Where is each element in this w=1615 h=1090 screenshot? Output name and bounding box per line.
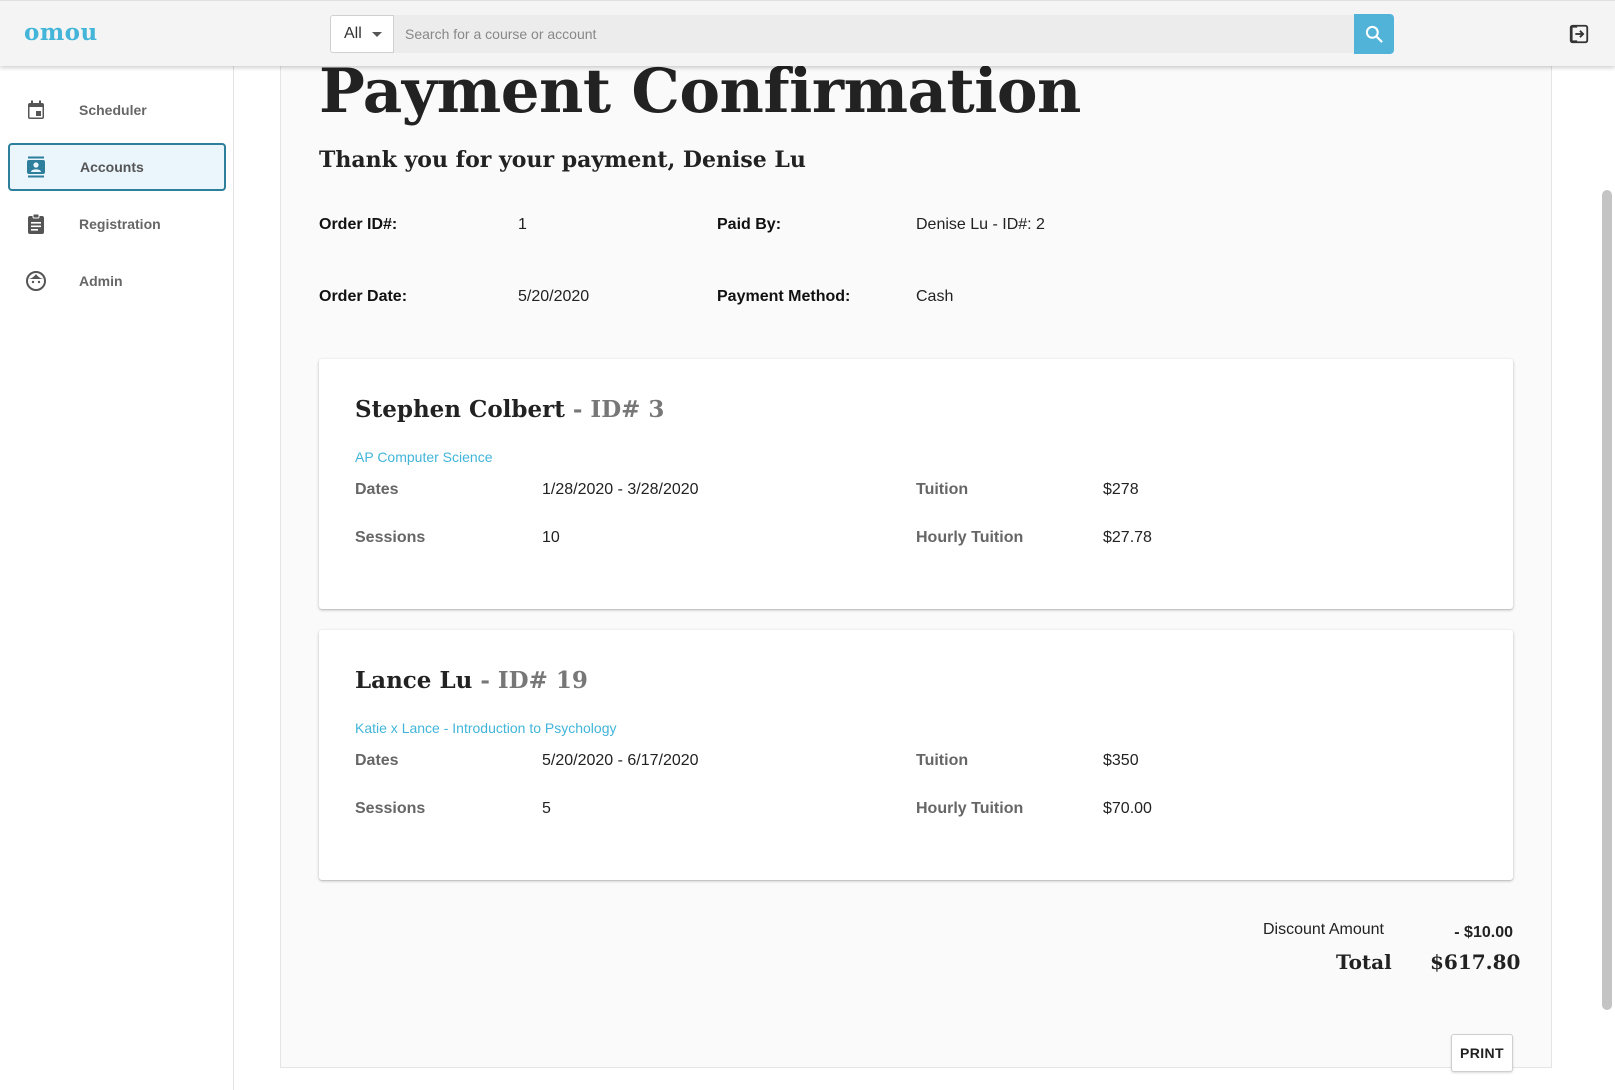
student-name: Stephen Colbert - ID# 3 [355, 396, 664, 423]
sidebar-item-admin[interactable]: Admin [8, 257, 226, 305]
total-label: Total [1336, 950, 1392, 974]
hourly-tuition-value: $70.00 [1103, 800, 1152, 817]
student-name-text: Stephen Colbert [355, 396, 565, 423]
discount-label: Discount Amount [1263, 921, 1384, 938]
paid-by-value: Denise Lu - ID#: 2 [916, 216, 1045, 233]
order-id-value: 1 [518, 216, 527, 233]
hourly-tuition-label: Hourly Tuition [916, 800, 1024, 817]
order-id-label: Order ID#: [319, 216, 398, 233]
sidebar-item-label: Accounts [80, 159, 144, 175]
search-button[interactable] [1354, 14, 1394, 54]
tuition-label: Tuition [916, 752, 969, 769]
hourly-tuition-label: Hourly Tuition [916, 529, 1024, 546]
logout-icon [1569, 24, 1589, 44]
dates-value: 1/28/2020 - 3/28/2020 [542, 481, 699, 498]
sessions-value: 10 [542, 529, 560, 546]
dates-value: 5/20/2020 - 6/17/2020 [542, 752, 699, 769]
student-name-text: Lance Lu [355, 667, 473, 694]
thank-you-message: Thank you for your payment, Denise Lu [319, 147, 806, 173]
tuition-value: $350 [1103, 752, 1139, 769]
app-logo[interactable]: omou [24, 19, 98, 46]
face-icon [26, 271, 46, 291]
sidebar-item-label: Scheduler [79, 102, 147, 118]
dates-label: Dates [355, 752, 399, 769]
top-app-bar: omou All [0, 0, 1615, 66]
order-date-value: 5/20/2020 [518, 288, 590, 305]
order-date-label: Order Date: [319, 288, 408, 305]
sidebar-item-registration[interactable]: Registration [8, 200, 226, 248]
discount-value: - $10.00 [1454, 924, 1513, 941]
contacts-icon [27, 156, 45, 178]
sessions-label: Sessions [355, 800, 426, 817]
sidebar-item-label: Registration [79, 216, 161, 232]
student-name: Lance Lu - ID# 19 [355, 667, 588, 694]
sidebar-item-scheduler[interactable]: Scheduler [8, 86, 226, 134]
payment-method-value: Cash [916, 288, 954, 305]
tuition-label: Tuition [916, 481, 969, 498]
search-input[interactable] [394, 15, 1354, 53]
page-title: Payment Confirmation [319, 56, 1081, 127]
total-value: $617.80 [1430, 950, 1521, 974]
logout-button[interactable] [1566, 21, 1592, 47]
paid-by-label: Paid By: [717, 216, 782, 233]
student-id: - ID# 19 [472, 667, 588, 694]
course-link[interactable]: Katie x Lance - Introduction to Psycholo… [355, 720, 616, 736]
search-filter-value: All [344, 25, 362, 42]
sidebar-item-label: Admin [79, 273, 123, 289]
dates-label: Dates [355, 481, 399, 498]
vertical-scrollbar[interactable] [1602, 190, 1612, 1010]
sessions-label: Sessions [355, 529, 426, 546]
enrollment-card: Stephen Colbert - ID# 3 AP Computer Scie… [319, 359, 1513, 609]
sidebar-item-accounts[interactable]: Accounts [8, 143, 226, 191]
print-button[interactable]: PRINT [1451, 1034, 1513, 1072]
hourly-tuition-value: $27.78 [1103, 529, 1152, 546]
payment-method-label: Payment Method: [717, 288, 851, 305]
enrollment-card: Lance Lu - ID# 19 Katie x Lance - Introd… [319, 630, 1513, 880]
search-icon [1365, 25, 1383, 43]
student-id: - ID# 3 [564, 396, 665, 423]
calendar-icon [28, 100, 44, 119]
sessions-value: 5 [542, 800, 551, 817]
search-filter-select[interactable]: All [330, 15, 394, 53]
course-link[interactable]: AP Computer Science [355, 449, 492, 465]
sidebar: Scheduler Accounts Registration Admin [0, 66, 234, 1090]
clipboard-icon [28, 213, 44, 234]
tuition-value: $278 [1103, 481, 1139, 498]
chevron-down-icon [371, 31, 382, 37]
